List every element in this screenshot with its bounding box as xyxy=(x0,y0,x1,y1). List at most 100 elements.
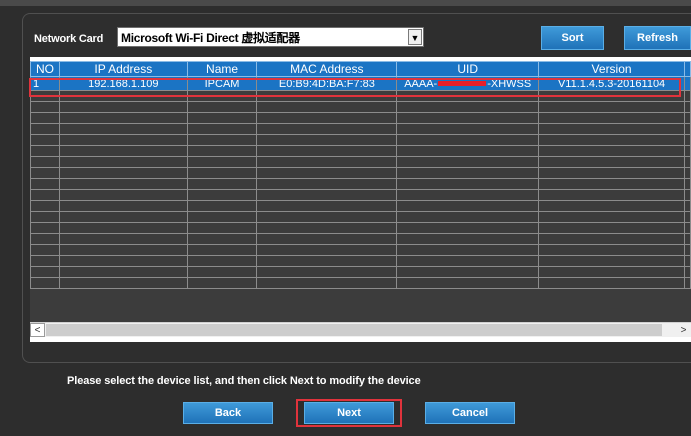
empty-cell xyxy=(256,145,398,157)
column-header-mac-address[interactable]: MAC Address xyxy=(256,61,398,77)
empty-cell xyxy=(396,211,540,223)
empty-row[interactable] xyxy=(30,255,691,267)
arrow-right-icon[interactable]: > xyxy=(676,323,691,337)
empty-row[interactable] xyxy=(30,178,691,190)
empty-row[interactable] xyxy=(30,211,691,223)
empty-cell xyxy=(396,90,540,102)
empty-cell xyxy=(30,233,60,245)
back-button[interactable]: Back xyxy=(183,402,273,424)
empty-cell xyxy=(396,200,540,212)
empty-cell xyxy=(186,277,258,289)
empty-cell xyxy=(396,112,540,124)
empty-cell xyxy=(683,222,691,234)
empty-cell xyxy=(256,244,398,256)
empty-cell xyxy=(30,123,60,135)
empty-row[interactable] xyxy=(30,189,691,201)
empty-cell xyxy=(396,123,540,135)
empty-cell xyxy=(256,211,398,223)
uid-suffix: -XHWSS xyxy=(487,77,532,90)
column-header-name[interactable]: Name xyxy=(186,61,258,77)
empty-cell xyxy=(538,233,685,245)
empty-cell xyxy=(683,156,691,168)
scrollbar-thumb[interactable] xyxy=(46,324,662,336)
empty-cell xyxy=(256,277,398,289)
empty-cell xyxy=(186,211,258,223)
empty-cell xyxy=(538,112,685,124)
empty-cell xyxy=(538,200,685,212)
empty-cell xyxy=(683,101,691,113)
sort-button[interactable]: Sort xyxy=(541,26,604,50)
empty-row[interactable] xyxy=(30,90,691,102)
empty-cell xyxy=(538,90,685,102)
empty-cell xyxy=(58,90,188,102)
empty-cell xyxy=(396,233,540,245)
empty-row[interactable] xyxy=(30,233,691,245)
instruction-text: Please select the device list, and then … xyxy=(67,375,421,387)
empty-cell xyxy=(256,134,398,146)
empty-cell xyxy=(186,101,258,113)
empty-row[interactable] xyxy=(30,112,691,124)
empty-cell xyxy=(538,189,685,201)
empty-cell xyxy=(30,255,60,267)
empty-cell xyxy=(186,255,258,267)
empty-cell xyxy=(186,90,258,102)
empty-cell xyxy=(58,112,188,124)
chevron-down-icon[interactable]: ▼ xyxy=(408,29,422,45)
next-button[interactable]: Next xyxy=(304,402,394,424)
empty-cell xyxy=(396,101,540,113)
cancel-button[interactable]: Cancel xyxy=(425,402,515,424)
cell-uid: AAAA- -XHWSS xyxy=(396,76,540,91)
column-header-uid[interactable]: UID xyxy=(396,61,540,77)
column-header-ip-address[interactable]: IP Address xyxy=(58,61,188,77)
empty-cell xyxy=(30,167,60,179)
empty-cell xyxy=(186,233,258,245)
empty-cell xyxy=(58,200,188,212)
empty-cell xyxy=(538,156,685,168)
cell-ip-address: 192.168.1.109 xyxy=(58,76,188,91)
empty-cell xyxy=(30,189,60,201)
column-header-extra xyxy=(683,61,691,77)
empty-cell xyxy=(396,244,540,256)
empty-cell xyxy=(683,211,691,223)
empty-row[interactable] xyxy=(30,266,691,278)
empty-row[interactable] xyxy=(30,277,691,289)
empty-cell xyxy=(58,167,188,179)
empty-cell xyxy=(538,123,685,135)
arrow-left-icon[interactable]: < xyxy=(30,323,45,337)
empty-cell xyxy=(683,145,691,157)
device-table[interactable]: NO IP Address Name MAC Address UID Versi… xyxy=(30,61,691,322)
empty-cell xyxy=(683,189,691,201)
empty-cell xyxy=(58,101,188,113)
empty-cell xyxy=(186,200,258,212)
empty-cell xyxy=(186,112,258,124)
horizontal-scrollbar[interactable]: < > xyxy=(30,322,691,337)
empty-row[interactable] xyxy=(30,244,691,256)
empty-cell xyxy=(30,211,60,223)
empty-cell xyxy=(256,123,398,135)
empty-cell xyxy=(683,233,691,245)
uid-prefix: AAAA- xyxy=(404,77,438,90)
empty-cell xyxy=(396,189,540,201)
empty-cell xyxy=(256,255,398,267)
empty-cell xyxy=(683,277,691,289)
empty-cell xyxy=(58,156,188,168)
empty-cell xyxy=(58,277,188,289)
empty-cell xyxy=(30,277,60,289)
empty-row[interactable] xyxy=(30,222,691,234)
empty-row[interactable] xyxy=(30,156,691,168)
empty-row[interactable] xyxy=(30,167,691,179)
column-header-version[interactable]: Version xyxy=(538,61,685,77)
empty-row[interactable] xyxy=(30,145,691,157)
empty-row[interactable] xyxy=(30,134,691,146)
empty-row[interactable] xyxy=(30,200,691,212)
refresh-button[interactable]: Refresh xyxy=(624,26,691,50)
empty-cell xyxy=(683,112,691,124)
empty-cell xyxy=(186,178,258,190)
network-card-select[interactable]: Microsoft Wi-Fi Direct 虚拟适配器 ▼ xyxy=(117,27,424,47)
table-row[interactable]: 1 192.168.1.109 IPCAM E0:B9:4D:BA:F7:83 … xyxy=(30,76,691,91)
column-header-no[interactable]: NO xyxy=(30,61,60,77)
empty-cell xyxy=(58,189,188,201)
empty-cell xyxy=(256,156,398,168)
empty-row[interactable] xyxy=(30,123,691,135)
empty-row[interactable] xyxy=(30,101,691,113)
